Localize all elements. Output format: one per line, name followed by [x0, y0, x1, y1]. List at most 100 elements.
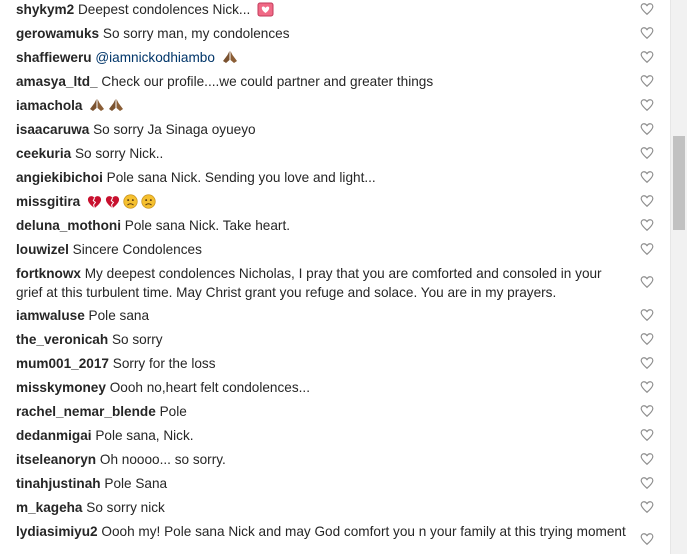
comment-username[interactable]: iamwaluse — [16, 308, 85, 323]
like-heart-icon[interactable] — [640, 50, 654, 64]
comment-body: So sorry Nick.. — [74, 146, 164, 161]
comment-body: Oooh my! Pole sana Nick and may God comf… — [101, 524, 626, 539]
comment-text-block: dedanmigai Pole sana, Nick. — [16, 426, 626, 445]
comment-username[interactable]: dedanmigai — [16, 428, 92, 443]
comment-username[interactable]: iamachola — [16, 98, 83, 113]
like-heart-icon[interactable] — [640, 26, 654, 40]
comment-username[interactable]: deluna_mothoni — [16, 218, 121, 233]
comment-body: Sorry for the loss — [112, 356, 216, 371]
comment-text-block: ceekuria So sorry Nick.. — [16, 144, 626, 163]
comment-username[interactable]: tinahjustinah — [16, 476, 101, 491]
comment-username[interactable]: lydiasimiyu2 — [16, 524, 98, 539]
like-heart-icon[interactable] — [640, 332, 654, 346]
comment-item: deluna_mothoni Pole sana Nick. Take hear… — [16, 216, 656, 235]
comment-item: shaffieweru @iamnickodhiambo — [16, 48, 656, 70]
love-letter-icon — [257, 2, 274, 22]
scrollbar-thumb[interactable] — [673, 136, 685, 230]
like-heart-icon[interactable] — [640, 170, 654, 184]
like-heart-icon[interactable] — [640, 146, 654, 160]
like-heart-icon[interactable] — [640, 500, 654, 514]
like-heart-icon[interactable] — [640, 532, 654, 546]
comment-username[interactable]: misskymoney — [16, 380, 106, 395]
comment-item: itseleanoryn Oh noooo... so sorry. — [16, 450, 656, 469]
comment-body: Pole — [159, 404, 187, 419]
like-heart-icon[interactable] — [640, 194, 654, 208]
comment-text-block: shykym2 Deepest condolences Nick... — [16, 0, 626, 22]
comment-body: Pole sana Nick. Take heart. — [124, 218, 290, 233]
sad-face-icon — [141, 194, 156, 214]
broken-heart-icon — [87, 195, 102, 214]
like-heart-icon[interactable] — [640, 2, 654, 16]
comment-text-block: deluna_mothoni Pole sana Nick. Take hear… — [16, 216, 626, 235]
comment-text-block: itseleanoryn Oh noooo... so sorry. — [16, 450, 626, 469]
comment-text-block: rachel_nemar_blende Pole — [16, 402, 626, 421]
comment-username[interactable]: mum001_2017 — [16, 356, 109, 371]
sad-face-icon — [123, 194, 138, 214]
like-heart-icon[interactable] — [640, 275, 654, 289]
like-heart-icon[interactable] — [640, 356, 654, 370]
comment-body: Oh noooo... so sorry. — [99, 452, 226, 467]
comment-item: mum001_2017 Sorry for the loss — [16, 354, 656, 373]
like-heart-icon[interactable] — [640, 308, 654, 322]
comment-item: fortknowx My deepest condolences Nichola… — [16, 264, 656, 302]
comment-username[interactable]: angiekibichoi — [16, 170, 103, 185]
comment-username[interactable]: isaacaruwa — [16, 122, 89, 137]
comment-body: Pole sana, Nick. — [95, 428, 194, 443]
comment-body: So sorry — [111, 332, 163, 347]
comment-list[interactable]: shykym2 Deepest condolences Nick... gero… — [0, 0, 670, 554]
comment-username[interactable]: rachel_nemar_blende — [16, 404, 156, 419]
comment-item: missgitira — [16, 192, 656, 214]
comment-text-block: fortknowx My deepest condolences Nichola… — [16, 264, 626, 302]
comment-username[interactable]: shykym2 — [16, 2, 74, 17]
comment-username[interactable]: the_veronicah — [16, 332, 108, 347]
comment-text-block: missgitira — [16, 192, 626, 214]
comment-item: iamwaluse Pole sana — [16, 306, 656, 325]
comment-item: dedanmigai Pole sana, Nick. — [16, 426, 656, 445]
folded-hands-icon — [89, 97, 105, 118]
comment-item: ceekuria So sorry Nick.. — [16, 144, 656, 163]
like-heart-icon[interactable] — [640, 428, 654, 442]
comment-username[interactable]: gerowamuks — [16, 26, 99, 41]
comment-item: the_veronicah So sorry — [16, 330, 656, 349]
comment-text-block: misskymoney Oooh no,heart felt condolenc… — [16, 378, 626, 397]
like-heart-icon[interactable] — [640, 476, 654, 490]
comment-username[interactable]: missgitira — [16, 194, 80, 209]
like-heart-icon[interactable] — [640, 380, 654, 394]
comment-body: Sincere Condolences — [72, 242, 202, 257]
like-heart-icon[interactable] — [640, 74, 654, 88]
like-heart-icon[interactable] — [640, 404, 654, 418]
comment-item: rachel_nemar_blende Pole — [16, 402, 656, 421]
like-heart-icon[interactable] — [640, 98, 654, 112]
comment-item: louwizel Sincere Condolences — [16, 240, 656, 259]
comment-body: So sorry nick — [86, 500, 165, 515]
like-heart-icon[interactable] — [640, 452, 654, 466]
comment-text-block: the_veronicah So sorry — [16, 330, 626, 349]
comment-body: So sorry Ja Sinaga oyueyo — [93, 122, 256, 137]
comment-username[interactable]: ceekuria — [16, 146, 71, 161]
comment-text-block: shaffieweru @iamnickodhiambo — [16, 48, 626, 70]
comment-text-block: tinahjustinah Pole Sana — [16, 474, 626, 493]
comment-username[interactable]: m_kageha — [16, 500, 83, 515]
comment-username[interactable]: louwizel — [16, 242, 69, 257]
comment-body: Check our profile....we could partner an… — [101, 74, 434, 89]
comment-username[interactable]: fortknowx — [16, 266, 81, 281]
comment-item: m_kageha So sorry nick — [16, 498, 656, 517]
comment-item: shykym2 Deepest condolences Nick... — [16, 0, 656, 22]
comment-item: gerowamuks So sorry man, my condolences — [16, 24, 656, 43]
comment-item: amasya_ltd_ Check our profile....we coul… — [16, 72, 656, 91]
comment-body: My deepest condolences Nicholas, I pray … — [16, 266, 602, 300]
vertical-scrollbar[interactable] — [670, 0, 687, 554]
comment-username[interactable]: amasya_ltd_ — [16, 74, 98, 89]
broken-heart-icon — [105, 195, 120, 214]
comment-body: Deepest condolences Nick... — [77, 2, 251, 17]
like-heart-icon[interactable] — [640, 218, 654, 232]
comment-username[interactable]: shaffieweru — [16, 50, 92, 65]
comment-body: Pole Sana — [104, 476, 168, 491]
comment-username[interactable]: itseleanoryn — [16, 452, 96, 467]
like-heart-icon[interactable] — [640, 242, 654, 256]
comment-text-block: amasya_ltd_ Check our profile....we coul… — [16, 72, 626, 91]
mention-link[interactable]: @iamnickodhiambo — [95, 50, 215, 65]
like-heart-icon[interactable] — [640, 122, 654, 136]
comment-item: isaacaruwa So sorry Ja Sinaga oyueyo — [16, 120, 656, 139]
folded-hands-icon — [222, 49, 238, 70]
